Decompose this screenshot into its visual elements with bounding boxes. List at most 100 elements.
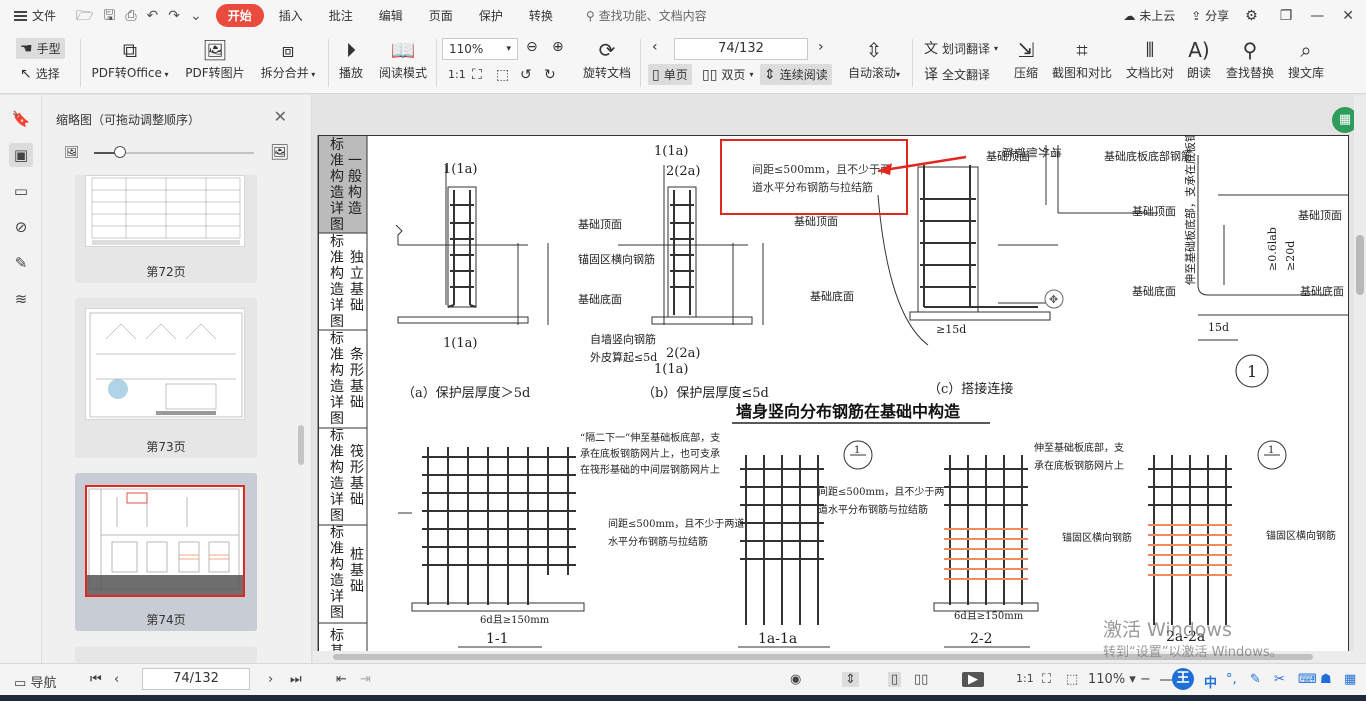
back-icon[interactable]: ⇤ — [336, 672, 347, 687]
share-button[interactable]: ⇪ 分享 — [1191, 7, 1229, 24]
previous-page-icon[interactable]: ‹ — [652, 39, 658, 55]
thumbnail-scrollbar[interactable] — [298, 425, 304, 465]
continuous-view-icon[interactable]: ⇕ — [842, 672, 859, 687]
ime-keyboard-icon[interactable]: ⌨ — [1298, 672, 1317, 687]
restore-window-icon[interactable]: ❐ — [1280, 8, 1293, 24]
next-page-icon[interactable]: › — [818, 39, 824, 55]
open-folder-icon[interactable]: 🗁 — [76, 9, 93, 23]
close-icon[interactable]: ✕ — [1342, 8, 1354, 24]
play-icon[interactable]: ▶ — [962, 672, 984, 687]
full-translate-button[interactable]: 译全文翻译 — [924, 66, 990, 83]
status-zoom-select[interactable]: 110% ▾ — [1088, 672, 1136, 687]
thumbnail-page-73[interactable]: 第73页 — [75, 298, 257, 458]
auto-scroll-button[interactable]: ⇳ 自动滚动▾ — [844, 38, 904, 81]
layers-icon[interactable]: ≋ — [9, 287, 33, 311]
tab-comment[interactable]: 批注 — [318, 4, 364, 27]
pdf-to-office-button[interactable]: ⧉ PDF转Office ▾ — [90, 38, 170, 81]
ime-scissors-icon[interactable]: ✂ — [1274, 672, 1285, 687]
undo-icon[interactable]: ↶ — [147, 9, 159, 23]
navigation-button[interactable]: ▭ 导航 — [14, 672, 56, 691]
select-tool-button[interactable]: ↖ 选择 — [20, 65, 60, 82]
slider-handle[interactable] — [114, 146, 126, 158]
scrollbar-thumb[interactable] — [1356, 235, 1364, 295]
zoom-out-icon[interactable]: − — [1140, 672, 1151, 687]
ime-skin-icon[interactable]: ☗ — [1320, 672, 1332, 687]
forward-icon[interactable]: ⇥ — [360, 672, 371, 687]
single-page-icon[interactable]: ▯ — [888, 672, 902, 687]
read-mode-button[interactable]: 📖 阅读模式 — [376, 38, 430, 81]
actual-size-icon[interactable]: 1:1 — [1016, 672, 1034, 685]
ime-logo-icon[interactable]: 王 — [1172, 668, 1194, 690]
chevron-down-icon[interactable]: ⌄ — [190, 9, 202, 23]
ime-pen-icon[interactable]: ✎ — [1250, 672, 1261, 687]
signature-icon[interactable]: ✎ — [9, 251, 33, 275]
fit-page-icon[interactable]: ⛶ — [472, 67, 482, 83]
fit-width-icon[interactable]: ⬚ — [1066, 672, 1078, 687]
tab-convert[interactable]: 转换 — [518, 4, 564, 27]
find-replace-button[interactable]: ⚲ 查找替换 — [1224, 38, 1276, 81]
last-page-icon[interactable]: ⏭ — [290, 672, 302, 687]
cloud-icon: ☁ — [1123, 9, 1136, 23]
bookmark-icon[interactable]: 🔖 — [9, 107, 33, 131]
actual-size-icon[interactable]: 1:1 — [448, 67, 466, 83]
caption-b: （b）保护层厚度≤5d — [642, 385, 769, 401]
settings-icon[interactable]: ⚙ — [1245, 8, 1258, 24]
fit-page-icon[interactable]: ⛶ — [1042, 672, 1051, 687]
vertical-scrollbar[interactable] — [1354, 95, 1366, 651]
close-icon[interactable]: ✕ — [274, 107, 287, 126]
document-viewport[interactable]: 标准构造详图 一般构造 标准构造详图 独立基础 标准构造详图 条形基础 标准构造… — [313, 95, 1366, 663]
zoom-select[interactable]: 110% ▾ — [442, 38, 518, 60]
play-button[interactable]: ⏵ 播放 — [336, 38, 366, 81]
compress-button[interactable]: ⇲ 压缩 — [1010, 38, 1042, 81]
rotate-left-icon[interactable]: ↺ — [520, 67, 532, 83]
tab-insert[interactable]: 插入 — [268, 4, 314, 27]
search-library-button[interactable]: ⌕ 搜文库 — [1286, 38, 1326, 81]
fit-width-icon[interactable]: ⬚ — [496, 67, 509, 83]
single-page-label: 单页 — [663, 68, 688, 82]
next-page-icon[interactable]: › — [268, 672, 273, 687]
ime-punct-icon[interactable]: °, — [1226, 672, 1237, 687]
find-replace-label: 查找替换 — [1225, 66, 1274, 80]
pdf-to-image-button[interactable]: 🖼 PDF转图片 — [184, 38, 246, 81]
rotate-right-icon[interactable]: ↻ — [544, 67, 556, 83]
page-number-field[interactable]: 74/132 — [674, 38, 808, 60]
thumbnail-size-slider[interactable]: 🖼 🖼 — [64, 143, 292, 161]
print-icon[interactable]: ⎙ — [125, 9, 136, 23]
zoom-in-icon[interactable]: ⊕ — [552, 39, 564, 55]
status-page-field[interactable]: 74/132 — [142, 668, 250, 690]
feature-search[interactable]: ⚲ 查找功能、文档内容 — [586, 7, 707, 24]
cloud-status[interactable]: ☁ 未上云 — [1123, 7, 1175, 24]
tab-start[interactable]: 开始 — [215, 4, 264, 27]
previous-page-icon[interactable]: ‹ — [114, 672, 119, 687]
file-menu[interactable]: 文件 — [14, 7, 56, 24]
comment-icon[interactable]: ▭ — [9, 179, 33, 203]
tab-protect[interactable]: 保护 — [468, 4, 514, 27]
ime-menu-icon[interactable]: ▦ — [1344, 672, 1356, 687]
thumbnail-page-72[interactable]: 第72页 — [75, 175, 257, 283]
save-icon[interactable]: 🖫 — [103, 9, 115, 23]
tab-page[interactable]: 页面 — [418, 4, 464, 27]
eye-protect-icon[interactable]: ◉ — [790, 672, 801, 687]
tab-edit[interactable]: 编辑 — [368, 4, 414, 27]
doc-compare-button[interactable]: ⫴ 文档比对 — [1124, 38, 1176, 81]
attachment-icon[interactable]: ⊘ — [9, 215, 33, 239]
double-page-icon[interactable]: ▯▯ — [914, 672, 928, 687]
first-page-icon[interactable]: ⏮ — [90, 672, 102, 687]
hand-tool-button[interactable]: ☚ 手型 — [16, 38, 65, 59]
continuous-read-button[interactable]: ⇕ 连续阅读 — [760, 64, 832, 85]
zoom-out-icon[interactable]: ⊖ — [526, 39, 538, 55]
thumbnail-icon[interactable]: ▣ — [9, 143, 33, 167]
screenshot-compare-button[interactable]: ⌗ 截图和对比 — [1050, 38, 1114, 81]
ime-chinese-icon[interactable]: 中 — [1204, 672, 1217, 691]
rotate-document-button[interactable]: ⟳ 旋转文档 — [580, 38, 634, 81]
single-page-button[interactable]: ▯ 单页 — [648, 64, 692, 85]
thumbnail-page-74[interactable]: 第74页 — [75, 473, 257, 631]
minimize-icon[interactable]: — — [1310, 8, 1324, 24]
read-aloud-button[interactable]: A) 朗读 — [1184, 38, 1214, 81]
word-translate-button[interactable]: 文划词翻译 ▾ — [924, 40, 998, 57]
double-page-button[interactable]: ▯▯ 双页 ▾ — [702, 66, 753, 83]
redo-icon[interactable]: ↷ — [168, 9, 180, 23]
split-merge-button[interactable]: ⧈ 拆分合并 ▾ — [258, 38, 318, 81]
thumbnail-page-75[interactable] — [75, 647, 257, 663]
search-library-label: 搜文库 — [1287, 66, 1324, 80]
